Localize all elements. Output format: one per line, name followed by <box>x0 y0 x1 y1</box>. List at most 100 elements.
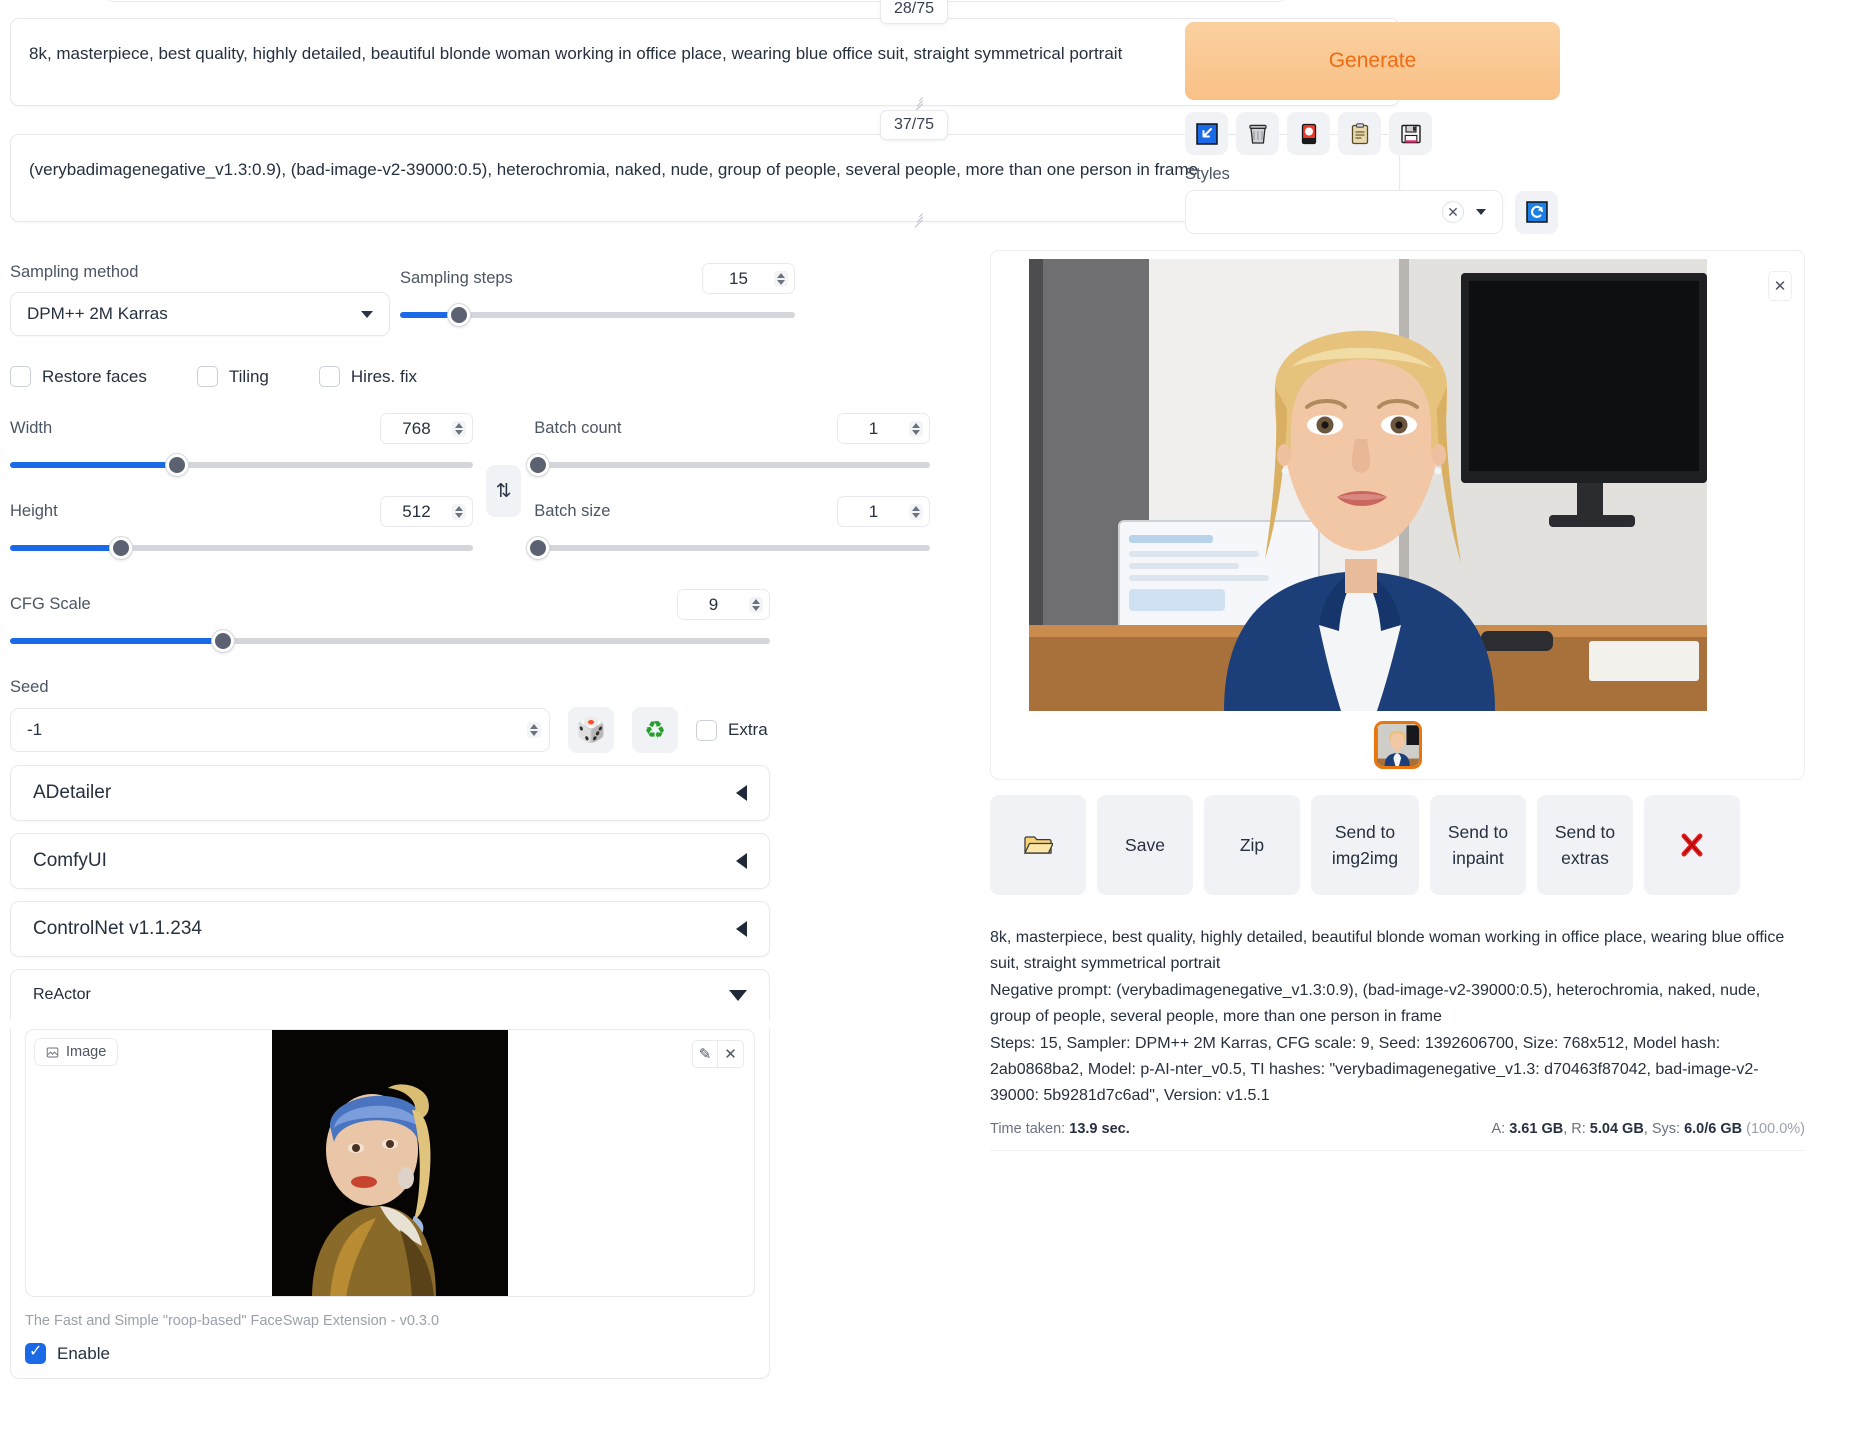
slider-thumb[interactable] <box>448 304 470 326</box>
accordion-reactor-header[interactable]: ReActor <box>10 969 770 1020</box>
restore-faces-checkbox[interactable]: Restore faces <box>10 366 147 387</box>
red-cross-icon <box>1678 831 1706 859</box>
sampling-steps-stepper[interactable] <box>774 271 788 287</box>
height-group: Height 512 <box>10 496 473 559</box>
width-slider[interactable] <box>10 454 473 476</box>
cfg-scale-group: CFG Scale 9 <box>10 589 770 652</box>
slider-thumb[interactable] <box>110 537 132 559</box>
reactor-extension-note: The Fast and Simple "roop-based" FaceSwa… <box>11 1297 769 1329</box>
random-seed-button[interactable]: 🎲 <box>568 707 614 753</box>
batch-size-label: Batch size <box>534 502 610 521</box>
batch-column: Batch count 1 Batch size <box>534 413 930 579</box>
cfg-scale-label: CFG Scale <box>10 595 91 614</box>
reuse-seed-button[interactable]: ♻ <box>632 707 678 753</box>
refresh-styles-button[interactable] <box>1515 191 1558 234</box>
clear-prompt-button[interactable] <box>1236 112 1279 155</box>
reactor-source-image-dropzone[interactable]: Image ✎ ✕ <box>25 1029 755 1297</box>
batch-size-value: 1 <box>838 502 909 522</box>
width-number[interactable]: 768 <box>380 413 473 444</box>
delete-button[interactable] <box>1644 795 1740 895</box>
width-stepper[interactable] <box>452 421 466 437</box>
remove-image-button[interactable]: ✕ <box>718 1040 744 1068</box>
mem-sys-value: 6.0/6 GB <box>1684 1121 1742 1137</box>
info-prompt-line: 8k, masterpiece, best quality, highly de… <box>990 925 1805 978</box>
interrogate-arrow-button[interactable] <box>1185 112 1228 155</box>
memory-usage: A: 3.61 GB, R: 5.04 GB, Sys: 6.0/6 GB (1… <box>1491 1121 1805 1137</box>
slider-thumb[interactable] <box>166 454 188 476</box>
cfg-scale-slider[interactable] <box>10 630 770 652</box>
batch-count-slider[interactable] <box>534 454 930 476</box>
height-number[interactable]: 512 <box>380 496 473 527</box>
send-to-extras-label: Send to extras <box>1543 819 1627 872</box>
thumbnail-image <box>1377 724 1419 766</box>
extra-label: Extra <box>728 720 768 740</box>
clear-styles-icon[interactable]: ✕ <box>1442 201 1464 223</box>
batch-size-slider[interactable] <box>534 537 930 559</box>
seed-input[interactable]: -1 <box>10 708 550 752</box>
office-woman-portrait <box>1029 259 1707 711</box>
height-stepper[interactable] <box>452 504 466 520</box>
positive-prompt-wrapper: 8k, masterpiece, best quality, highly de… <box>10 18 930 111</box>
height-slider[interactable] <box>10 537 473 559</box>
result-actions-row: Save Zip Send to img2img Send to inpaint… <box>990 795 1740 895</box>
styles-dropdown[interactable]: ✕ <box>1185 190 1503 234</box>
slider-thumb[interactable] <box>212 630 234 652</box>
swap-dimensions-button[interactable]: ⇅ <box>486 465 521 517</box>
cfg-scale-stepper[interactable] <box>749 597 763 613</box>
batch-size-number[interactable]: 1 <box>837 496 930 527</box>
result-thumbnail[interactable] <box>1374 721 1422 769</box>
accordion-adetailer[interactable]: ADetailer <box>10 765 770 821</box>
edit-image-button[interactable]: ✎ <box>692 1040 718 1068</box>
slider-thumb[interactable] <box>527 454 549 476</box>
slider-fill <box>10 545 121 551</box>
paste-params-button[interactable] <box>1338 112 1381 155</box>
pearl-earring-painting <box>272 1030 508 1297</box>
close-gallery-button[interactable]: ✕ <box>1768 271 1792 301</box>
generate-button[interactable]: Generate <box>1185 22 1560 100</box>
reactor-enable-checkbox[interactable]: Enable <box>25 1343 755 1364</box>
seed-stepper[interactable] <box>527 722 541 738</box>
checkbox-icon <box>25 1343 46 1364</box>
mem-a-value: 3.61 GB <box>1509 1121 1563 1137</box>
slider-thumb[interactable] <box>527 537 549 559</box>
batch-size-stepper[interactable] <box>909 504 923 520</box>
send-to-img2img-button[interactable]: Send to img2img <box>1311 795 1419 895</box>
batch-count-label: Batch count <box>534 419 621 438</box>
styles-row: ✕ <box>1185 190 1558 234</box>
sampling-steps-number[interactable]: 15 <box>702 263 795 294</box>
sampling-steps-slider[interactable] <box>400 304 795 326</box>
sampling-row: Sampling method DPM++ 2M Karras Sampling… <box>10 263 930 336</box>
stable-diffusion-webui: 8k, masterpiece, best quality, highly de… <box>0 0 1865 1448</box>
accordion-controlnet[interactable]: ControlNet v1.1.234 <box>10 901 770 957</box>
width-group: Width 768 <box>10 413 473 476</box>
sampling-method-select[interactable]: DPM++ 2M Karras <box>10 292 390 336</box>
send-to-inpaint-button[interactable]: Send to inpaint <box>1430 795 1526 895</box>
hires-fix-checkbox[interactable]: Hires. fix <box>319 366 417 387</box>
cfg-scale-number[interactable]: 9 <box>677 589 770 620</box>
restore-progress-button[interactable] <box>1287 112 1330 155</box>
mem-sys-label: , Sys: <box>1644 1121 1680 1137</box>
chevron-left-icon <box>736 785 747 801</box>
send-to-extras-button[interactable]: Send to extras <box>1537 795 1633 895</box>
accordion-title: ReActor <box>33 986 91 1004</box>
tiling-checkbox[interactable]: Tiling <box>197 366 269 387</box>
sampling-steps-value: 15 <box>703 269 774 289</box>
open-folder-button[interactable] <box>990 795 1086 895</box>
zip-button[interactable]: Zip <box>1204 795 1300 895</box>
generation-info: 8k, masterpiece, best quality, highly de… <box>990 925 1805 1110</box>
checkbox-icon <box>10 366 31 387</box>
batch-count-stepper[interactable] <box>909 421 923 437</box>
save-style-button[interactable] <box>1389 112 1432 155</box>
chevron-down-icon <box>361 311 373 318</box>
info-divider <box>990 1150 1805 1151</box>
accordion-comfyui[interactable]: ComfyUI <box>10 833 770 889</box>
image-type-tag: Image <box>34 1038 118 1066</box>
refresh-icon <box>1525 200 1549 224</box>
generated-image[interactable] <box>1029 259 1707 711</box>
cfg-scale-value: 9 <box>678 595 749 615</box>
save-button[interactable]: Save <box>1097 795 1193 895</box>
paste-card-icon <box>1297 122 1321 146</box>
batch-count-number[interactable]: 1 <box>837 413 930 444</box>
sampling-method-group: Sampling method DPM++ 2M Karras <box>10 263 390 336</box>
extra-seed-checkbox[interactable]: Extra <box>696 720 768 741</box>
